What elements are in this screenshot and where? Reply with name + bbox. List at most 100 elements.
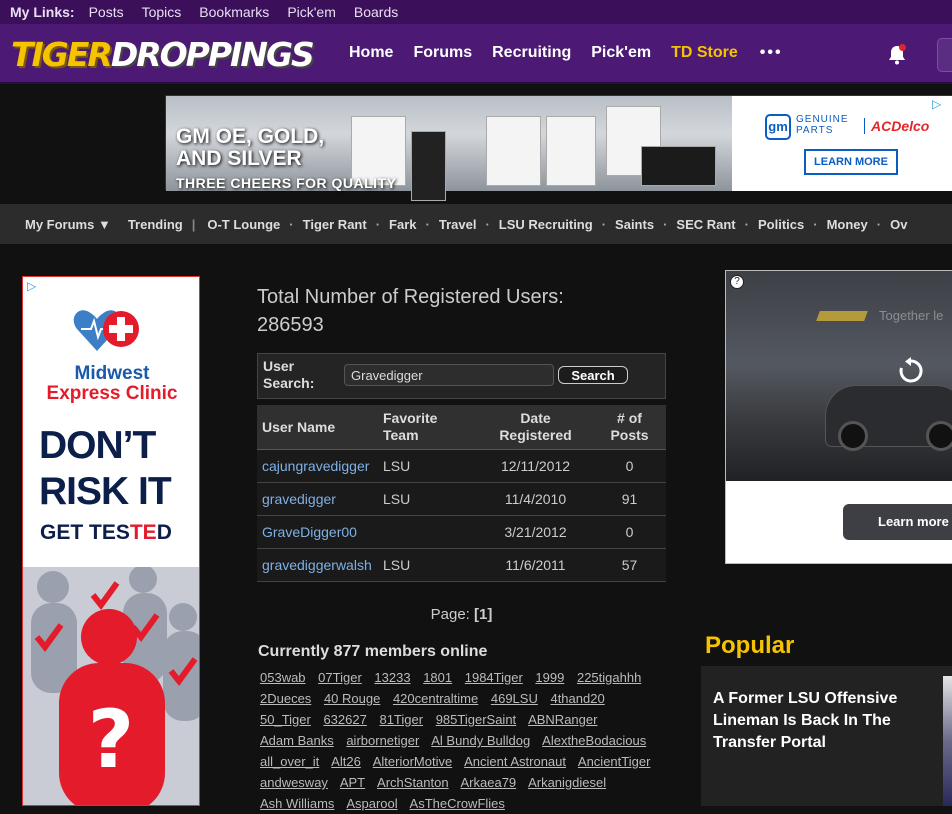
my-links-topics[interactable]: Topics bbox=[142, 4, 182, 20]
member-link[interactable]: Adam Banks bbox=[260, 733, 334, 748]
right-video-ad[interactable]: Together le ? Learn more bbox=[725, 270, 952, 564]
adchoices-icon[interactable]: ▷ bbox=[27, 279, 36, 293]
bell-icon[interactable] bbox=[886, 44, 908, 66]
member-link[interactable]: Arkanigdiesel bbox=[528, 775, 606, 790]
column-posts[interactable]: # of Posts bbox=[593, 405, 666, 450]
search-button[interactable]: Search bbox=[558, 366, 628, 384]
member-link[interactable]: 469LSU bbox=[491, 691, 538, 706]
member-link[interactable]: AncientTiger bbox=[578, 754, 651, 769]
user-search-input[interactable] bbox=[344, 364, 554, 386]
banner-ad[interactable]: GM OE, GOLD, AND SILVER THREE CHEERS FOR… bbox=[165, 95, 952, 201]
my-links-boards[interactable]: Boards bbox=[354, 4, 398, 20]
column-team-line2: Team bbox=[383, 427, 419, 443]
member-link[interactable]: Asparool bbox=[346, 796, 397, 811]
user-link[interactable]: GraveDigger00 bbox=[262, 524, 357, 540]
user-date: 3/21/2012 bbox=[478, 515, 593, 549]
nav-td-store[interactable]: TD Store bbox=[671, 44, 738, 62]
member-link[interactable]: 1801 bbox=[423, 670, 452, 685]
popular-heading: Popular bbox=[705, 632, 795, 659]
member-link[interactable]: Arkaea79 bbox=[461, 775, 517, 790]
nav-home[interactable]: Home bbox=[349, 44, 393, 62]
member-link[interactable]: Alt26 bbox=[331, 754, 361, 769]
members-online-list: 053wab 07Tiger 13233 1801 1984Tiger 1999… bbox=[260, 667, 664, 814]
user-link[interactable]: cajungravedigger bbox=[262, 458, 369, 474]
forum-overflow[interactable]: Ov bbox=[890, 217, 907, 232]
member-link[interactable]: 40 Rouge bbox=[324, 691, 380, 706]
member-link[interactable]: 225tigahhh bbox=[577, 670, 641, 685]
forum-ot-lounge[interactable]: O-T Lounge bbox=[207, 217, 280, 232]
site-header: TIGER DROPPINGS Home Forums Recruiting Pi… bbox=[0, 24, 952, 84]
people-illustration: ? bbox=[23, 567, 199, 805]
page-current[interactable]: [1] bbox=[474, 606, 492, 623]
popular-story-title[interactable]: A Former LSU Offensive Lineman Is Back I… bbox=[713, 688, 913, 754]
my-links-bookmarks[interactable]: Bookmarks bbox=[199, 4, 269, 20]
forum-politics[interactable]: Politics bbox=[758, 217, 804, 232]
member-link[interactable]: 632627 bbox=[323, 712, 366, 727]
left-ad[interactable]: ▷ Midwest Express Clinic DON’T RISK IT G… bbox=[22, 276, 200, 806]
user-posts: 0 bbox=[593, 449, 666, 483]
forum-trending[interactable]: Trending bbox=[128, 217, 183, 232]
forum-fark[interactable]: Fark bbox=[389, 217, 416, 232]
product-box bbox=[486, 116, 541, 186]
separator-dot: · bbox=[289, 216, 294, 232]
member-link[interactable]: AlextheBodacious bbox=[542, 733, 646, 748]
column-user-name[interactable]: User Name bbox=[257, 405, 378, 450]
member-link[interactable]: ABNRanger bbox=[528, 712, 597, 727]
product-box bbox=[546, 116, 596, 186]
forum-saints[interactable]: Saints bbox=[615, 217, 654, 232]
nav-forums[interactable]: Forums bbox=[413, 44, 472, 62]
forum-sec-rant[interactable]: SEC Rant bbox=[676, 217, 735, 232]
forum-money[interactable]: Money bbox=[827, 217, 868, 232]
forum-travel[interactable]: Travel bbox=[439, 217, 477, 232]
nav-recruiting[interactable]: Recruiting bbox=[492, 44, 571, 62]
member-link[interactable]: 1984Tiger bbox=[465, 670, 523, 685]
member-link[interactable]: Ash Williams bbox=[260, 796, 334, 811]
popular-story-thumbnail[interactable] bbox=[943, 676, 952, 806]
member-link[interactable]: 2Dueces bbox=[260, 691, 311, 706]
ad-headline-line2: RISK IT bbox=[39, 470, 172, 513]
member-link[interactable]: APT bbox=[340, 775, 365, 790]
users-table: User Name Favorite Team Date Registered # … bbox=[257, 405, 666, 582]
member-link[interactable]: 13233 bbox=[374, 670, 410, 685]
logo-tiger-text: TIGER bbox=[11, 34, 113, 74]
member-link[interactable]: AlteriorMotive bbox=[373, 754, 452, 769]
ad-info-icon[interactable]: ? bbox=[730, 275, 744, 289]
my-links-bar: My Links: Posts Topics Bookmarks Pick'em… bbox=[0, 0, 952, 24]
members-online-heading: Currently 877 members online bbox=[258, 643, 488, 660]
site-logo[interactable]: TIGER DROPPINGS bbox=[11, 34, 315, 74]
member-link[interactable]: 985TigerSaint bbox=[436, 712, 516, 727]
member-link[interactable]: andwesway bbox=[260, 775, 328, 790]
member-link[interactable]: 81Tiger bbox=[379, 712, 423, 727]
banner-learn-more-button[interactable]: LEARN MORE bbox=[804, 149, 898, 175]
member-link[interactable]: airbornetiger bbox=[346, 733, 419, 748]
member-link[interactable]: ArchStanton bbox=[377, 775, 449, 790]
account-menu-button[interactable] bbox=[937, 38, 952, 72]
member-link[interactable]: Al Bundy Bulldog bbox=[431, 733, 530, 748]
replay-icon[interactable] bbox=[896, 356, 926, 386]
forum-tiger-rant[interactable]: Tiger Rant bbox=[303, 217, 367, 232]
member-link[interactable]: all_over_it bbox=[260, 754, 319, 769]
member-link[interactable]: 50_Tiger bbox=[260, 712, 311, 727]
user-team: LSU bbox=[378, 449, 478, 483]
popular-story-card[interactable]: A Former LSU Offensive Lineman Is Back I… bbox=[701, 666, 952, 806]
nav-more-menu[interactable]: ••• bbox=[760, 44, 783, 62]
member-link[interactable]: AsTheCrowFlies bbox=[410, 796, 505, 811]
column-date-registered[interactable]: Date Registered bbox=[478, 405, 593, 450]
member-link[interactable]: 4thand20 bbox=[550, 691, 604, 706]
ad-learn-more-button[interactable]: Learn more bbox=[843, 504, 952, 540]
my-links-posts[interactable]: Posts bbox=[89, 4, 124, 20]
user-link[interactable]: gravedigger bbox=[262, 491, 336, 507]
nav-pickem[interactable]: Pick'em bbox=[591, 44, 651, 62]
user-link[interactable]: gravediggerwalsh bbox=[262, 557, 372, 573]
member-link[interactable]: 07Tiger bbox=[318, 670, 362, 685]
member-link[interactable]: 1999 bbox=[535, 670, 564, 685]
column-favorite-team[interactable]: Favorite Team bbox=[378, 405, 478, 450]
adchoices-icon[interactable]: ▷ bbox=[932, 97, 941, 111]
logo-droppings-text: DROPPINGS bbox=[110, 34, 315, 74]
member-link[interactable]: 420centraltime bbox=[393, 691, 478, 706]
member-link[interactable]: 053wab bbox=[260, 670, 306, 685]
my-forums-dropdown[interactable]: My Forums ▼ bbox=[25, 217, 111, 232]
member-link[interactable]: Ancient Astronaut bbox=[464, 754, 566, 769]
forum-lsu-recruiting[interactable]: LSU Recruiting bbox=[499, 217, 593, 232]
my-links-pickem[interactable]: Pick'em bbox=[287, 4, 336, 20]
